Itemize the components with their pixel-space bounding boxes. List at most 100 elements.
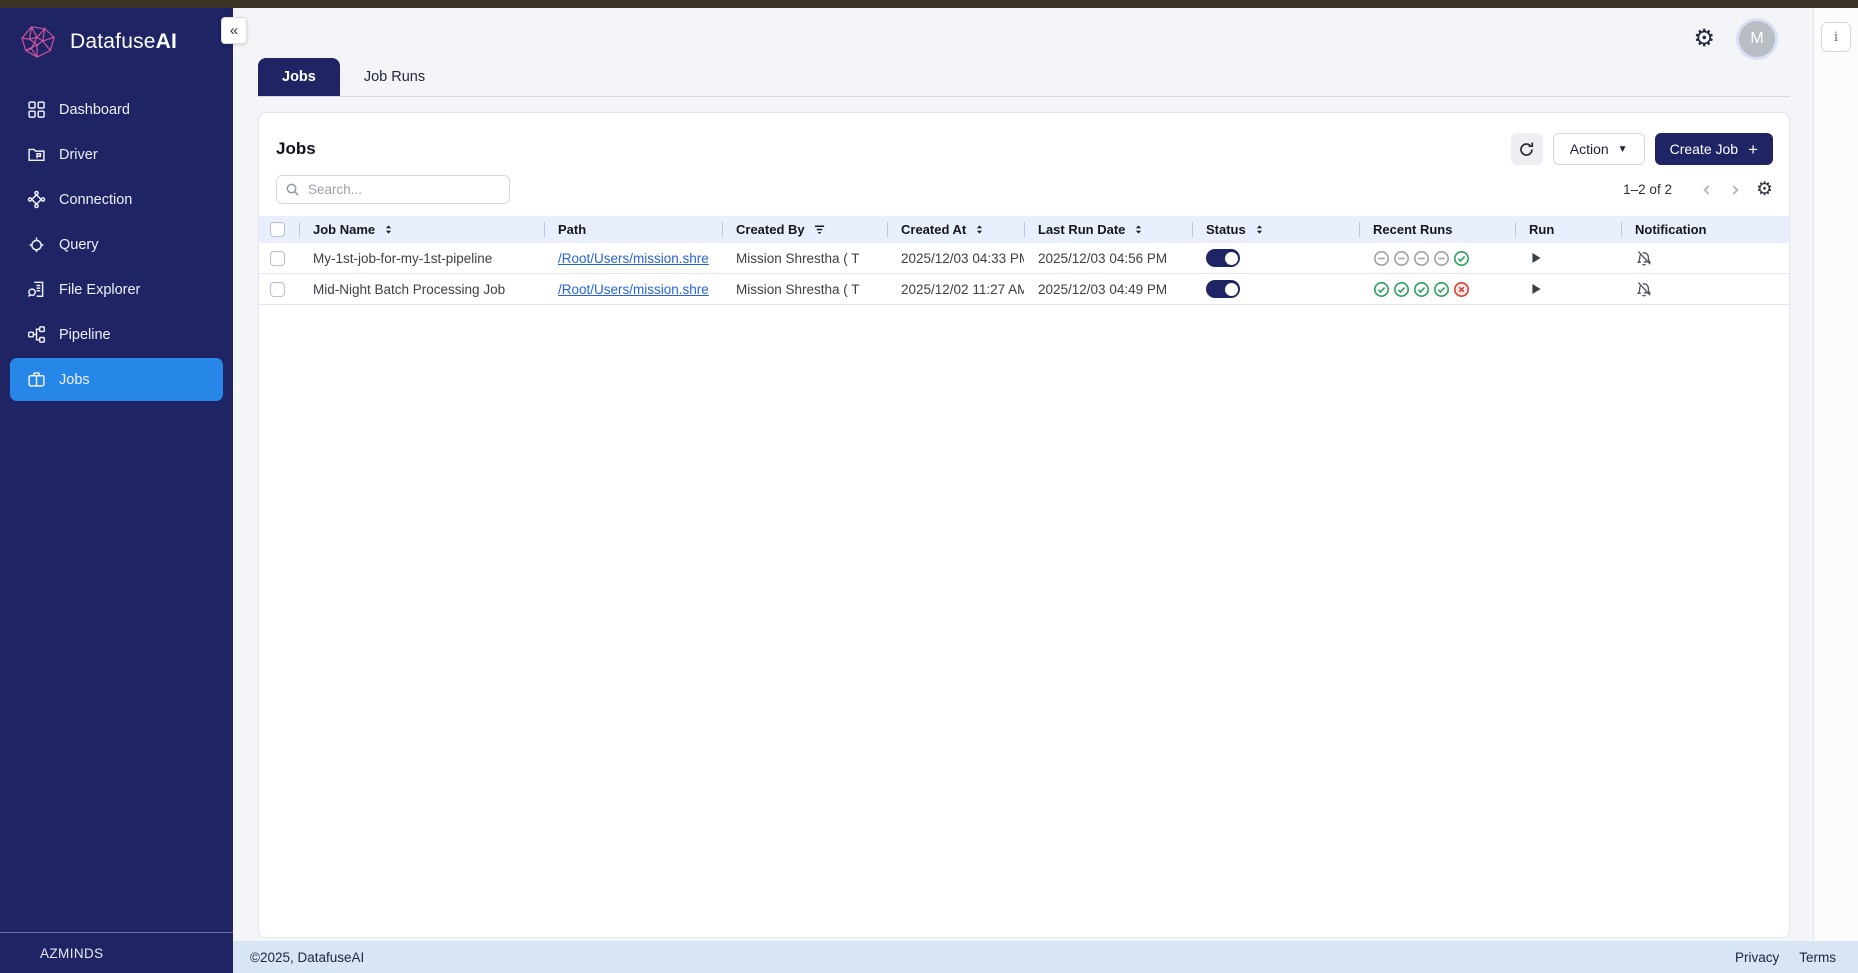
column-header-last-run-date[interactable]: Last Run Date bbox=[1024, 216, 1192, 243]
column-header-run[interactable]: Run bbox=[1515, 216, 1621, 243]
connection-icon bbox=[27, 190, 46, 209]
column-label: Last Run Date bbox=[1038, 222, 1125, 237]
cell-path-link[interactable]: /Root/Users/mission.shre bbox=[558, 251, 709, 266]
footer: ©2025, DatafuseAI Privacy Terms bbox=[233, 941, 1858, 973]
sidebar-item-connection[interactable]: Connection bbox=[10, 178, 223, 221]
info-button[interactable]: i bbox=[1821, 22, 1851, 52]
pagination-range: 1–2 of 2 bbox=[1623, 182, 1672, 197]
search-icon bbox=[285, 182, 300, 197]
refresh-button[interactable] bbox=[1511, 133, 1543, 165]
column-header-created-by[interactable]: Created By bbox=[722, 216, 887, 243]
jobs-table: Job Name Path Created By Created At Last Run… bbox=[259, 216, 1789, 305]
footer-links: Privacy Terms bbox=[1735, 950, 1836, 965]
settings-gear-icon[interactable]: ⚙ bbox=[1693, 27, 1715, 51]
sort-icon[interactable] bbox=[383, 224, 394, 235]
sidebar-item-pipeline[interactable]: Pipeline bbox=[10, 313, 223, 356]
pipeline-icon bbox=[27, 325, 46, 344]
cell-created-at: 2025/12/03 04:33 PM bbox=[887, 251, 1024, 266]
sort-icon[interactable] bbox=[1254, 224, 1265, 235]
search-box bbox=[276, 175, 510, 204]
sidebar-item-dashboard[interactable]: Dashboard bbox=[10, 88, 223, 131]
jobs-panel: Jobs Action ▼ Create Job + bbox=[258, 112, 1790, 938]
filter-icon[interactable] bbox=[813, 223, 826, 236]
column-header-job-name[interactable]: Job Name bbox=[299, 216, 544, 243]
row-checkbox[interactable] bbox=[270, 282, 285, 297]
jobs-icon bbox=[27, 370, 46, 389]
column-header-recent-runs[interactable]: Recent Runs bbox=[1359, 216, 1515, 243]
column-settings-gear-icon[interactable]: ⚙ bbox=[1756, 180, 1773, 199]
column-label: Job Name bbox=[313, 222, 375, 237]
status-toggle[interactable] bbox=[1206, 249, 1240, 267]
driver-icon bbox=[27, 145, 46, 164]
prev-page-button[interactable] bbox=[1700, 183, 1714, 197]
panel-title: Jobs bbox=[276, 139, 316, 159]
column-header-status[interactable]: Status bbox=[1192, 216, 1359, 243]
sidebar-item-file-explorer[interactable]: File Explorer bbox=[10, 268, 223, 311]
select-all-checkbox[interactable] bbox=[270, 222, 285, 237]
recent-runs-icons bbox=[1373, 250, 1470, 267]
table-row: Mid-Night Batch Processing Job/Root/User… bbox=[259, 274, 1789, 305]
table-row: My-1st-job-for-my-1st-pipeline/Root/User… bbox=[259, 243, 1789, 274]
sort-icon[interactable] bbox=[974, 224, 985, 235]
sidebar-item-label: File Explorer bbox=[59, 282, 140, 298]
cell-job-name: My-1st-job-for-my-1st-pipeline bbox=[299, 251, 544, 266]
workspace-label: AZMINDS bbox=[0, 932, 233, 973]
column-header-path[interactable]: Path bbox=[544, 216, 722, 243]
sort-icon[interactable] bbox=[1133, 224, 1144, 235]
column-label: Notification bbox=[1635, 222, 1707, 237]
run-job-button[interactable] bbox=[1529, 251, 1543, 265]
sidebar-collapse-button[interactable]: « bbox=[221, 17, 247, 44]
run-job-button[interactable] bbox=[1529, 282, 1543, 296]
column-label: Status bbox=[1206, 222, 1246, 237]
notification-toggle-button[interactable] bbox=[1635, 280, 1653, 298]
column-label: Created By bbox=[736, 222, 805, 237]
sidebar-item-jobs[interactable]: Jobs bbox=[10, 358, 223, 401]
run-success-icon bbox=[1373, 281, 1390, 298]
sidebar-item-driver[interactable]: Driver bbox=[10, 133, 223, 176]
row-checkbox[interactable] bbox=[270, 251, 285, 266]
refresh-icon bbox=[1518, 141, 1535, 158]
footer-link-terms[interactable]: Terms bbox=[1799, 950, 1836, 965]
footer-link-privacy[interactable]: Privacy bbox=[1735, 950, 1779, 965]
run-skipped-icon bbox=[1413, 250, 1430, 267]
run-skipped-icon bbox=[1433, 250, 1450, 267]
create-job-button[interactable]: Create Job + bbox=[1655, 133, 1773, 165]
query-icon bbox=[27, 235, 46, 254]
cell-job-name: Mid-Night Batch Processing Job bbox=[299, 282, 544, 297]
column-header-notification[interactable]: Notification bbox=[1621, 216, 1789, 243]
cell-created-by: Mission Shrestha ( T bbox=[722, 282, 887, 297]
tab-job-runs[interactable]: Job Runs bbox=[340, 58, 449, 96]
avatar[interactable]: M bbox=[1739, 21, 1775, 57]
chevron-down-icon: ▼ bbox=[1618, 144, 1628, 155]
sidebar-item-label: Connection bbox=[59, 192, 132, 208]
tabbar: Jobs Job Runs bbox=[258, 58, 1790, 97]
run-skipped-icon bbox=[1373, 250, 1390, 267]
copyright-text: ©2025, DatafuseAI bbox=[250, 950, 364, 965]
run-failed-icon bbox=[1453, 281, 1470, 298]
tab-jobs[interactable]: Jobs bbox=[258, 58, 340, 96]
column-label: Recent Runs bbox=[1373, 222, 1452, 237]
grid-icon bbox=[27, 100, 46, 119]
column-header-created-at[interactable]: Created At bbox=[887, 216, 1024, 243]
sidebar-item-label: Driver bbox=[59, 147, 98, 163]
sidebar-item-query[interactable]: Query bbox=[10, 223, 223, 266]
status-toggle[interactable] bbox=[1206, 280, 1240, 298]
action-button[interactable]: Action ▼ bbox=[1553, 133, 1645, 165]
search-input[interactable] bbox=[276, 175, 510, 204]
run-success-icon bbox=[1453, 250, 1470, 267]
main-area: ⚙ M Jobs Job Runs Jobs Action ▼ Create J… bbox=[233, 8, 1813, 941]
sidebar-nav: Dashboard Driver Connection Query File Explo… bbox=[0, 78, 233, 401]
sidebar-item-label: Query bbox=[59, 237, 99, 253]
brand-logo-icon bbox=[18, 24, 60, 60]
brand-logo: DatafuseAI bbox=[0, 8, 233, 78]
notification-toggle-button[interactable] bbox=[1635, 249, 1653, 267]
next-page-button[interactable] bbox=[1728, 183, 1742, 197]
bell-off-icon bbox=[1635, 280, 1653, 298]
run-success-icon bbox=[1393, 281, 1410, 298]
cell-created-by: Mission Shrestha ( T bbox=[722, 251, 887, 266]
action-button-label: Action bbox=[1570, 141, 1609, 157]
run-skipped-icon bbox=[1393, 250, 1410, 267]
run-success-icon bbox=[1433, 281, 1450, 298]
cell-path-link[interactable]: /Root/Users/mission.shre bbox=[558, 282, 709, 297]
play-icon bbox=[1529, 251, 1543, 265]
